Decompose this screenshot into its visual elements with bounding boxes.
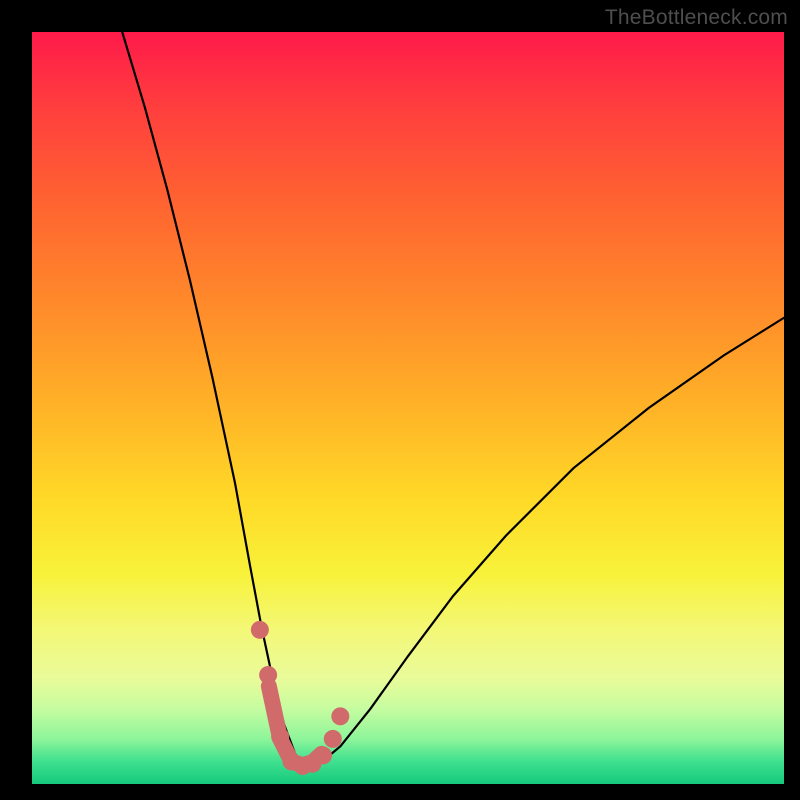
- highlight-dot: [324, 730, 342, 748]
- bottleneck-curve-svg: [32, 32, 784, 784]
- highlight-dot: [251, 621, 269, 639]
- highlight-dot: [331, 707, 349, 725]
- bottleneck-curve: [122, 32, 784, 769]
- highlight-dot: [271, 728, 289, 746]
- highlight-dot: [314, 746, 332, 764]
- plot-area: [32, 32, 784, 784]
- highlight-dot: [259, 666, 277, 684]
- chart-frame: TheBottleneck.com: [0, 0, 800, 800]
- watermark-text: TheBottleneck.com: [605, 6, 788, 30]
- curve-group: [122, 32, 784, 775]
